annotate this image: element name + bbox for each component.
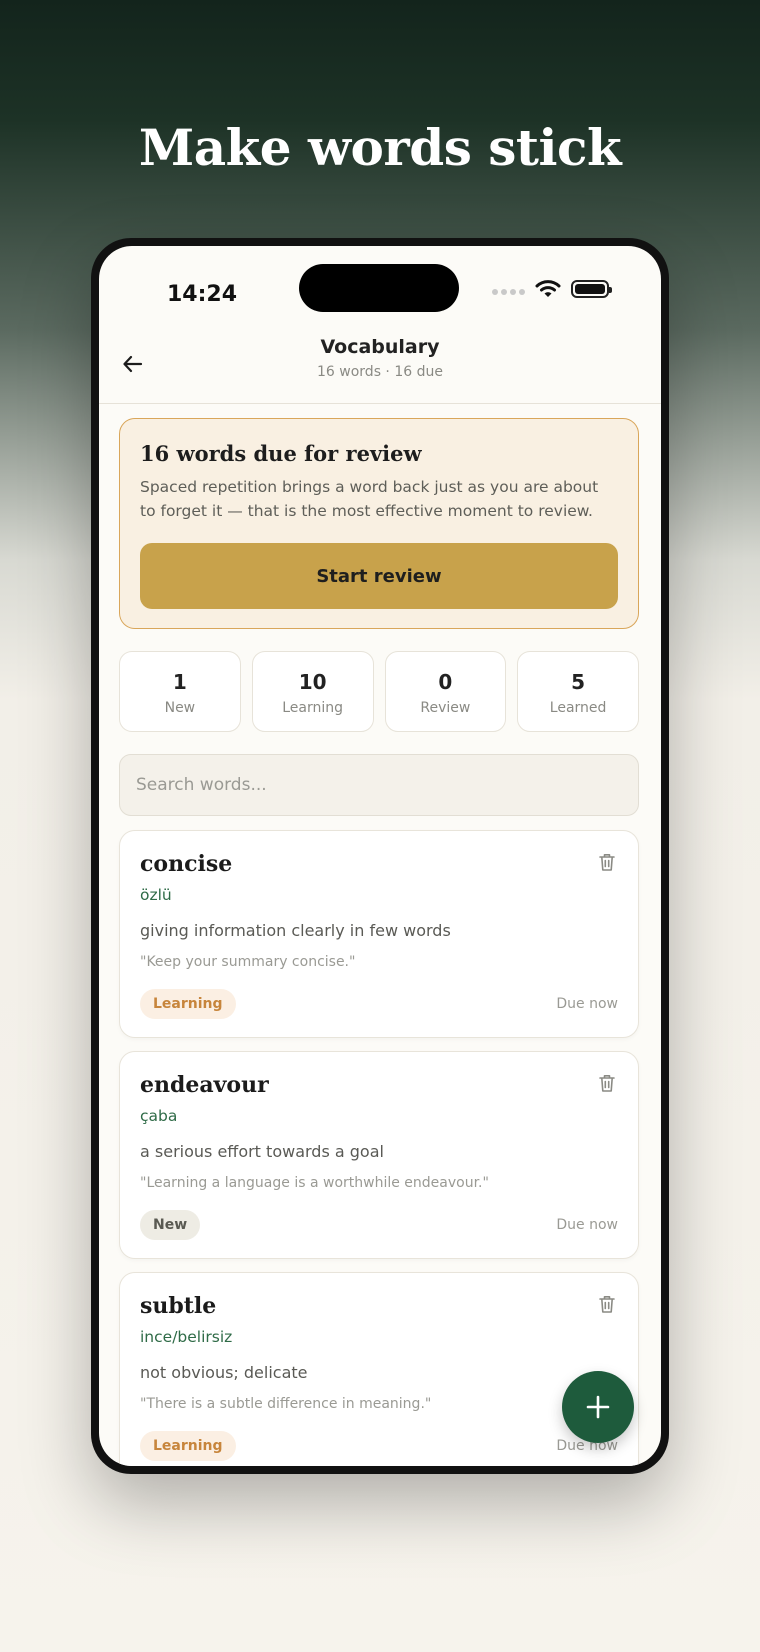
word-text: subtle (140, 1293, 217, 1319)
status-badge: Learning (140, 1431, 236, 1461)
page-subtitle: 16 words · 16 due (317, 364, 443, 380)
status-time: 14:24 (167, 282, 238, 307)
wifi-icon (535, 280, 561, 297)
stat-review: 0 Review (384, 651, 507, 732)
add-word-button[interactable] (562, 1371, 634, 1443)
phone-frame: 14:24 Vocabulary 16 words · 16 due 16 wo… (91, 238, 669, 1474)
stat-learning: 10 Learning (251, 651, 374, 732)
review-description: Spaced repetition brings a word back jus… (140, 478, 599, 520)
trash-icon[interactable] (596, 851, 618, 873)
search-input[interactable] (119, 754, 639, 816)
status-badge: Learning (140, 989, 236, 1019)
word-example: "Keep your summary concise." (140, 954, 356, 970)
plus-icon (586, 1395, 610, 1419)
word-example: "There is a subtle difference in meaning… (140, 1396, 432, 1412)
word-card[interactable]: subtle ince/belirsiz not obvious; delica… (119, 1272, 639, 1466)
dynamic-island (299, 264, 459, 312)
review-due-card: 16 words due for review Spaced repetitio… (119, 418, 639, 629)
word-card[interactable]: concise özlü giving information clearly … (119, 830, 639, 1038)
stats-row: 1 New 10 Learning 0 Review 5 Learned (119, 651, 639, 732)
stat-value: 0 (438, 670, 453, 694)
status-badge: New (140, 1210, 201, 1240)
start-review-button[interactable]: Start review (140, 543, 618, 609)
due-label: Due now (556, 996, 618, 1012)
word-text: endeavour (140, 1072, 269, 1098)
word-definition: not obvious; delicate (140, 1363, 308, 1382)
stat-value: 10 (298, 670, 327, 694)
hero-title: Make words stick (138, 118, 622, 177)
signal-icon (492, 289, 525, 295)
word-text: concise (140, 851, 233, 877)
due-label: Due now (556, 1217, 618, 1233)
app-header: Vocabulary 16 words · 16 due (99, 326, 661, 404)
stat-label: Review (420, 700, 471, 716)
word-translation: çaba (140, 1107, 178, 1125)
status-icons (492, 276, 612, 302)
stat-value: 5 (571, 670, 586, 694)
stat-learned: 5 Learned (517, 651, 639, 732)
trash-icon[interactable] (596, 1072, 618, 1094)
battery-icon (571, 280, 612, 298)
word-card[interactable]: endeavour çaba a serious effort towards … (119, 1051, 639, 1259)
page-title: Vocabulary (320, 336, 440, 358)
app-screen: 14:24 Vocabulary 16 words · 16 due 16 wo… (99, 246, 661, 1466)
word-example: "Learning a language is a worthwhile end… (140, 1175, 489, 1191)
stat-label: New (164, 700, 196, 716)
word-translation: özlü (140, 886, 172, 904)
stat-new: 1 New (119, 651, 241, 732)
trash-icon[interactable] (596, 1293, 618, 1315)
word-definition: giving information clearly in few words (140, 921, 451, 940)
word-definition: a serious effort towards a goal (140, 1142, 384, 1161)
stat-value: 1 (172, 670, 187, 694)
review-title: 16 words due for review (140, 441, 422, 466)
stat-label: Learning (282, 700, 344, 716)
word-translation: ince/belirsiz (140, 1328, 233, 1346)
stat-label: Learned (549, 700, 607, 716)
